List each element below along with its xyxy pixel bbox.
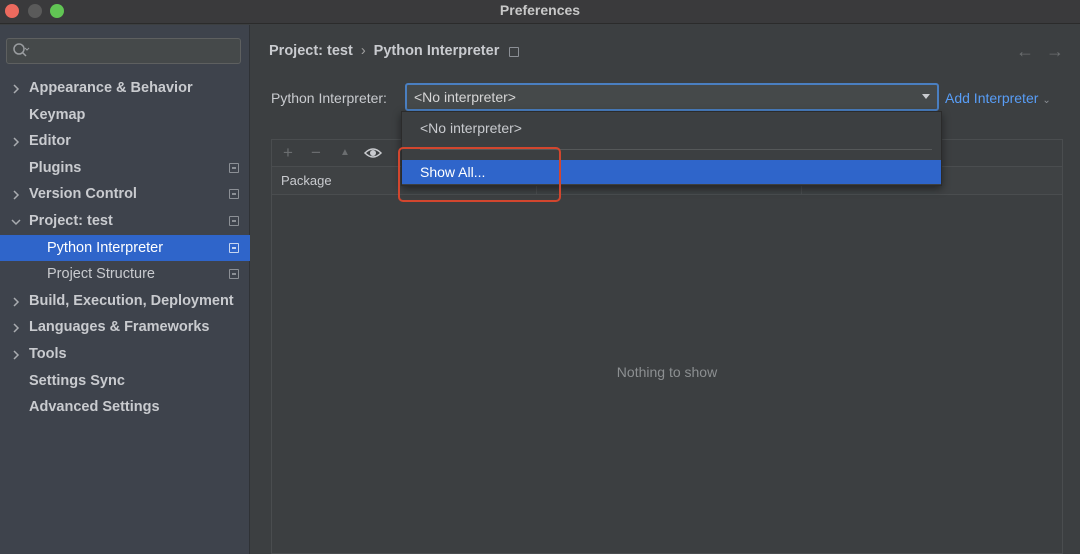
sidebar-item-version-control[interactable]: Version Control — [0, 181, 250, 208]
sidebar-item-label: Advanced Settings — [29, 399, 160, 416]
remove-package-icon[interactable]: − — [306, 143, 326, 163]
add-interpreter-label: Add Interpreter — [945, 90, 1039, 106]
sidebar-item-appearance-behavior[interactable]: Appearance & Behavior — [0, 75, 250, 102]
empty-state-text: Nothing to show — [616, 364, 718, 380]
project-settings-icon — [229, 269, 239, 280]
project-settings-icon — [229, 242, 239, 253]
sidebar-item-label: Settings Sync — [29, 372, 125, 389]
sidebar-item-label: Build, Execution, Deployment — [29, 292, 234, 309]
interpreter-select-value: <No interpreter> — [414, 89, 516, 105]
chevron-right-icon[interactable] — [10, 136, 22, 148]
project-settings-icon — [229, 162, 239, 173]
breadcrumb-current: Python Interpreter — [373, 43, 500, 59]
breadcrumb: Project: test › Python Interpreter — [269, 43, 520, 59]
eye-icon[interactable] — [363, 143, 383, 163]
sidebar-item-label: Appearance & Behavior — [29, 80, 193, 96]
dropdown-option-no-interpreter[interactable]: <No interpreter> — [402, 116, 941, 140]
sidebar-item-label: Project: test — [29, 212, 113, 229]
sidebar-item-languages-frameworks[interactable]: Languages & Frameworks — [0, 314, 250, 341]
add-package-icon[interactable]: + — [278, 143, 298, 163]
sidebar-item-plugins[interactable]: Plugins — [0, 155, 250, 182]
title-bar: Preferences — [0, 0, 1080, 24]
sidebar-item-label: Project Structure — [47, 266, 155, 283]
chevron-right-icon[interactable] — [10, 296, 22, 308]
sidebar-item-label: Editor — [29, 133, 71, 150]
sidebar-item-project-structure[interactable]: Project Structure — [0, 261, 250, 288]
sidebar-item-build-execution-deployment[interactable]: Build, Execution, Deployment — [0, 288, 250, 315]
chevron-right-icon[interactable] — [10, 83, 22, 95]
back-arrow-icon[interactable]: ← — [1016, 41, 1034, 62]
sidebar-item-settings-sync[interactable]: Settings Sync — [0, 368, 250, 395]
forward-arrow-icon[interactable]: → — [1046, 41, 1064, 62]
settings-main-panel: Project: test › Python Interpreter ← → Pyt… — [251, 25, 1080, 554]
chevron-down-icon: ⌄ — [1042, 95, 1051, 106]
sidebar-item-label: Tools — [29, 345, 67, 362]
project-settings-icon — [509, 47, 520, 57]
sidebar-item-label: Keymap — [29, 106, 86, 123]
sidebar-item-advanced-settings[interactable]: Advanced Settings — [0, 394, 250, 421]
settings-search-box[interactable] — [6, 38, 241, 64]
search-icon — [13, 43, 30, 57]
sidebar-item-project-test[interactable]: Project: test — [0, 208, 250, 235]
project-settings-icon — [229, 215, 239, 226]
sidebar-item-python-interpreter[interactable]: Python Interpreter — [0, 234, 250, 262]
sidebar-item-label: Plugins — [29, 159, 82, 176]
column-header-package[interactable]: Package — [281, 173, 332, 188]
sidebar-item-label: Python Interpreter — [47, 239, 164, 256]
sidebar-item-editor[interactable]: Editor — [0, 128, 250, 155]
packages-panel: + − ▲ Package Nothing to show — [271, 139, 1063, 554]
add-interpreter-link[interactable]: Add Interpreter ⌄ — [945, 90, 1051, 106]
chevron-right-icon[interactable] — [10, 322, 22, 334]
sidebar-item-label: Version Control — [29, 186, 137, 203]
settings-sidebar: Appearance & Behavior Keymap Editor Plug… — [0, 25, 250, 554]
search-input[interactable] — [35, 41, 235, 61]
breadcrumb-separator-icon: › — [360, 43, 366, 59]
annotation-highlight-box — [398, 147, 561, 202]
chevron-down-icon[interactable] — [921, 93, 931, 101]
chevron-right-icon[interactable] — [10, 189, 22, 201]
sidebar-item-label: Languages & Frameworks — [29, 319, 210, 336]
interpreter-label: Python Interpreter: — [271, 90, 387, 106]
breadcrumb-parent[interactable]: Project: test — [269, 43, 353, 59]
chevron-right-icon[interactable] — [10, 349, 22, 361]
settings-tree: Appearance & Behavior Keymap Editor Plug… — [0, 75, 250, 421]
chevron-down-icon[interactable] — [10, 216, 22, 228]
window-title: Preferences — [499, 2, 581, 18]
project-settings-icon — [229, 189, 239, 200]
sidebar-item-tools[interactable]: Tools — [0, 341, 250, 368]
interpreter-select[interactable]: <No interpreter> — [405, 83, 939, 111]
sidebar-item-keymap[interactable]: Keymap — [0, 102, 250, 129]
upgrade-package-icon[interactable]: ▲ — [335, 143, 355, 163]
